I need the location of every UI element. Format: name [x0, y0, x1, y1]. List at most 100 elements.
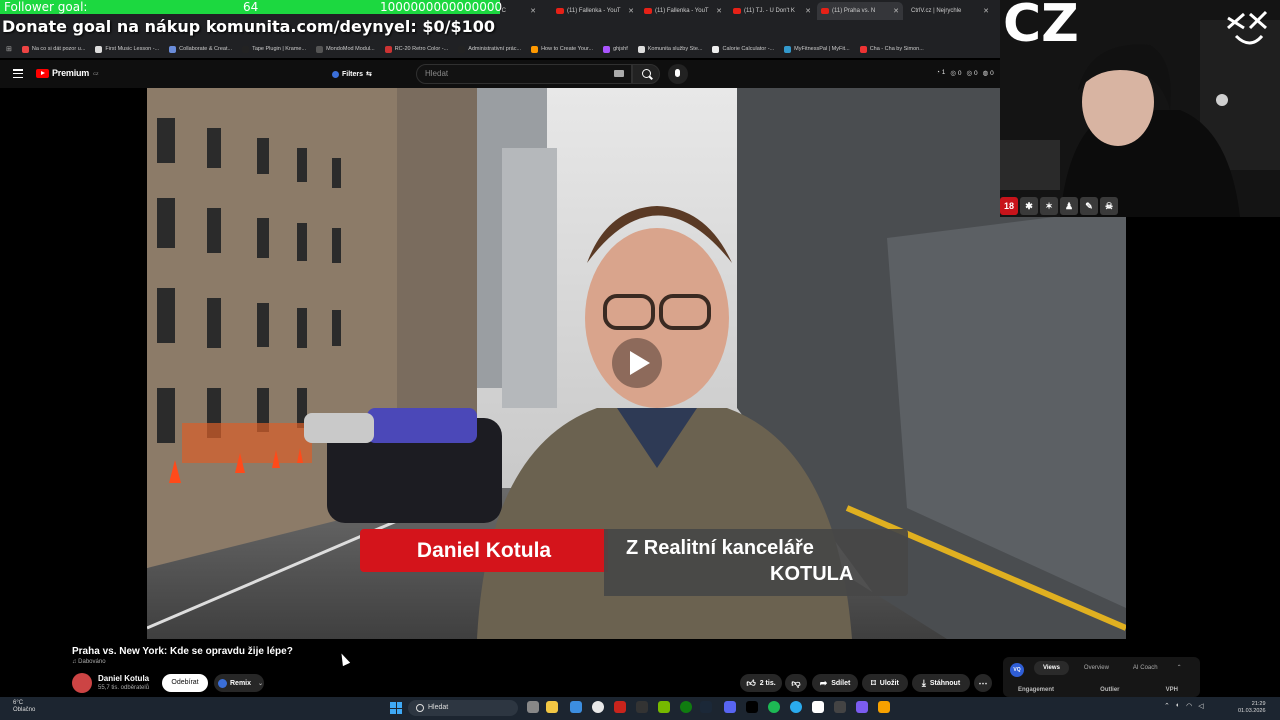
wifi-icon[interactable]: ◠: [1186, 702, 1192, 710]
bookmark[interactable]: ghjshf: [603, 45, 628, 53]
extension-icon: [332, 70, 339, 78]
app-icon[interactable]: [856, 701, 868, 713]
hamburger-menu-icon[interactable]: [13, 69, 23, 78]
app-icon[interactable]: [614, 701, 626, 713]
channel-country-label: CZ: [1003, 0, 1079, 54]
youtube-logo[interactable]: Premium CZ: [36, 68, 98, 78]
bookmark[interactable]: Collaborate & Creat...: [169, 45, 232, 53]
bookmark[interactable]: Komunita služby Ste...: [637, 45, 702, 53]
close-icon[interactable]: ✕: [983, 7, 989, 15]
youtube-play-logo-icon: [36, 68, 49, 78]
network-icon[interactable]: ◐: [1176, 702, 1180, 710]
bookmark-icon: ⌑: [871, 677, 876, 688]
remix-button[interactable]: Remix ⌄: [214, 674, 264, 692]
chevron-up-icon[interactable]: ⌃: [1164, 702, 1170, 710]
subscriber-count: 55,7 tis. odběratelů: [98, 685, 150, 691]
like-button[interactable]: 👍︎ 2 tis.: [740, 674, 782, 692]
taskbar-search[interactable]: Hledat: [408, 700, 518, 716]
play-button[interactable]: [612, 338, 662, 388]
tab-label: (11) Fallenka - YouT: [567, 8, 621, 14]
more-actions-button[interactable]: ⋯: [974, 674, 992, 692]
download-button[interactable]: ⤓ Stáhnout: [912, 674, 970, 692]
speech-icon: ✱: [1020, 197, 1038, 215]
xbox-icon[interactable]: [680, 701, 692, 713]
chevron-up-icon[interactable]: ⌃: [1173, 661, 1186, 675]
fight-icon: ✶: [1040, 197, 1058, 215]
bookmark[interactable]: Tape Plugin | Krame...: [242, 45, 306, 53]
donate-goal-text: Donate goal na nákup komunita.com/deynye…: [2, 17, 495, 36]
tab-label: CtrlV.cz | Nejrychle: [911, 8, 962, 14]
apps-icon[interactable]: ⊞: [6, 45, 12, 53]
chrome-icon[interactable]: [592, 701, 604, 713]
stat-3: ◎ 0: [966, 70, 978, 77]
share-label: Sdílet: [831, 679, 851, 687]
bookmark[interactable]: Administrativní prác...: [458, 45, 521, 53]
download-label: Stáhnout: [929, 679, 961, 687]
col-vph: VPH: [1165, 687, 1178, 693]
app-icon[interactable]: [636, 701, 648, 713]
close-icon[interactable]: ✕: [893, 7, 899, 15]
browser-tab[interactable]: CtrlV.cz | Nejrychle ✕: [907, 2, 993, 20]
obs-icon[interactable]: [834, 701, 846, 713]
bookmark[interactable]: First Music Lesson -...: [95, 45, 159, 53]
tab-overview[interactable]: Overview: [1075, 661, 1118, 675]
dislike-button[interactable]: 👎︎: [785, 674, 807, 692]
share-button[interactable]: ➦ Sdílet: [812, 674, 858, 692]
search-input[interactable]: Hledat: [416, 64, 632, 84]
thumbs-down-icon: 👎︎: [791, 677, 801, 688]
bookmark[interactable]: Cha - Cha by Simon...: [859, 45, 924, 53]
volume-icon[interactable]: ◁: [1198, 702, 1203, 710]
channel-name[interactable]: Daniel Kotula: [98, 674, 149, 683]
search-button[interactable]: [632, 64, 660, 84]
youtube-icon: [733, 8, 741, 14]
app-icon[interactable]: [812, 701, 824, 713]
bookmark[interactable]: MyFitnessPal | MyFit...: [784, 45, 850, 53]
lower-third-line1: Z Realitní kanceláře: [626, 537, 814, 559]
app-icon[interactable]: [878, 701, 890, 713]
windows-start-icon[interactable]: [390, 702, 402, 714]
syringe-icon: ✎: [1080, 197, 1098, 215]
save-label: Uložit: [879, 679, 899, 687]
lower-third-name: Daniel Kotula: [360, 529, 608, 572]
discord-icon[interactable]: [724, 701, 736, 713]
app-icon[interactable]: [746, 701, 758, 713]
close-icon[interactable]: ✕: [628, 7, 634, 15]
bookmark[interactable]: Na co si dát pozor u...: [21, 45, 85, 53]
close-icon[interactable]: ✕: [716, 7, 722, 15]
task-view-icon[interactable]: [527, 701, 539, 713]
nvidia-icon[interactable]: [658, 701, 670, 713]
keyboard-icon[interactable]: [614, 70, 624, 77]
channel-avatar[interactable]: [72, 673, 92, 693]
subscribe-button[interactable]: Odebírat: [162, 674, 208, 692]
taskbar-clock[interactable]: 21:29 01.03.2026: [1238, 701, 1266, 715]
steam-icon[interactable]: [700, 701, 712, 713]
voice-search-button[interactable]: [668, 64, 688, 84]
bookmark[interactable]: RC-20 Retro Color -...: [384, 45, 448, 53]
analytics-extension-icon[interactable]: VQ: [1010, 663, 1024, 677]
app-icon[interactable]: [570, 701, 582, 713]
lower-third-company: Z Realitní kanceláře KOTULA: [604, 529, 908, 596]
tab-views[interactable]: Views: [1034, 661, 1069, 675]
col-engagement: Engagement: [1018, 687, 1055, 693]
browser-tab[interactable]: (11) Fallenka - YouT ✕: [640, 2, 726, 20]
file-explorer-icon[interactable]: [546, 701, 558, 713]
thumbs-up-icon: 👍︎: [746, 677, 756, 688]
follower-goal-target: 1000000000000000: [380, 0, 503, 14]
bookmark[interactable]: MondoMod Modul...: [316, 45, 375, 53]
bookmark[interactable]: Calorie Calculator -...: [712, 45, 774, 53]
close-icon[interactable]: ✕: [530, 7, 536, 15]
filters-button[interactable]: Filters ⇆: [327, 67, 377, 81]
close-icon[interactable]: ✕: [805, 7, 811, 15]
browser-tab-active[interactable]: (11) Praha vs. N ✕: [817, 2, 903, 20]
save-button[interactable]: ⌑ Uložit: [862, 674, 908, 692]
telegram-icon[interactable]: [790, 701, 802, 713]
clock-date: 01.03.2026: [1238, 708, 1266, 714]
stat-1: ◔ 1: [936, 69, 946, 76]
tab-ai-coach[interactable]: AI Coach: [1124, 661, 1167, 675]
analytics-tabs: Views Overview AI Coach ⌃: [1034, 661, 1186, 675]
bookmark[interactable]: How to Create Your...: [531, 45, 593, 53]
browser-tab[interactable]: (11) Fallenka - YouT ✕: [552, 2, 638, 20]
weather-widget[interactable]: 6°C Oblačno: [13, 700, 35, 714]
spotify-icon[interactable]: [768, 701, 780, 713]
browser-tab[interactable]: (11) TJ. - U Don't K ✕: [729, 2, 815, 20]
